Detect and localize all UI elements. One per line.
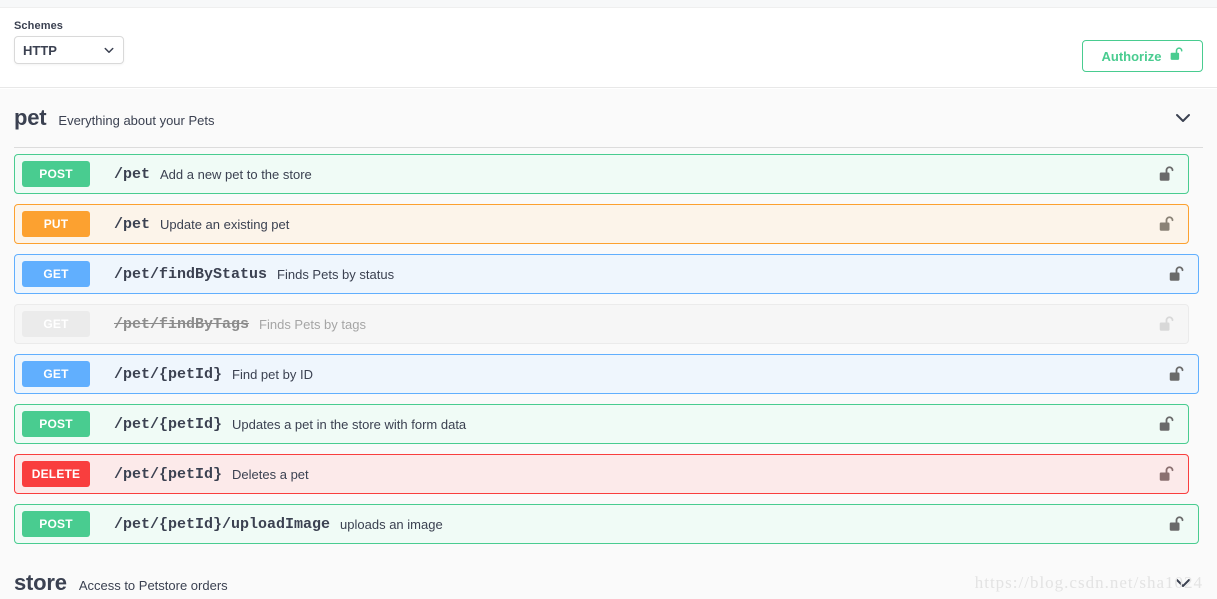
operation-summary: Updates a pet in the store with form dat… [232, 416, 467, 432]
tag-block-pet: pet Everything about your Pets POST /pet… [0, 89, 1217, 544]
method-badge: GET [22, 361, 90, 387]
lock-open-icon[interactable] [1159, 215, 1174, 233]
tag-block-store: store Access to Petstore orders [0, 554, 1217, 599]
operation-path: /pet [114, 165, 151, 183]
lock-open-icon[interactable] [1159, 465, 1174, 483]
operation-row[interactable]: GET /pet/{petId} Find pet by ID [14, 354, 1199, 394]
chevron-down-icon[interactable] [1173, 108, 1193, 128]
operation-row[interactable]: PUT /pet Update an existing pet [14, 204, 1189, 244]
tag-name: pet [14, 105, 47, 130]
schemes-container: Schemes HTTP [14, 20, 124, 64]
operation-path: /pet/findByTags [114, 315, 250, 333]
tag-description: Everything about your Pets [58, 112, 215, 128]
tag-description: Access to Petstore orders [78, 577, 228, 593]
method-badge: GET [22, 261, 90, 287]
lock-open-icon[interactable] [1169, 365, 1184, 383]
schemes-authorize-bar: Schemes HTTP Authorize [0, 8, 1217, 88]
method-badge: GET [22, 311, 90, 337]
method-badge: DELETE [22, 461, 90, 487]
operation-row[interactable]: POST /pet Add a new pet to the store [14, 154, 1189, 194]
operation-summary: Add a new pet to the store [160, 166, 312, 182]
operation-path: /pet/findByStatus [114, 265, 268, 283]
operation-summary: Update an existing pet [160, 216, 290, 232]
operation-summary: Deletes a pet [232, 466, 309, 482]
schemes-selected-value: HTTP [23, 42, 57, 58]
chevron-down-icon [103, 44, 115, 56]
operation-row[interactable]: POST /pet/{petId} Updates a pet in the s… [14, 404, 1189, 444]
operation-row-deprecated[interactable]: GET /pet/findByTags Finds Pets by tags [14, 304, 1189, 344]
chevron-down-icon[interactable] [1173, 573, 1193, 593]
lock-open-icon[interactable] [1159, 315, 1174, 333]
swagger-ui-page: Schemes HTTP Authorize pet Everything ab… [0, 0, 1217, 599]
operations-list-pet: POST /pet Add a new pet to the store PUT… [0, 148, 1217, 544]
method-badge: PUT [22, 211, 90, 237]
authorize-button[interactable]: Authorize [1082, 40, 1203, 72]
schemes-label: Schemes [14, 20, 64, 32]
operation-path: /pet/{petId} [114, 465, 223, 483]
lock-open-icon [1170, 46, 1183, 67]
operation-row[interactable]: POST /pet/{petId}/uploadImage uploads an… [14, 504, 1199, 544]
operation-row[interactable]: DELETE /pet/{petId} Deletes a pet [14, 454, 1189, 494]
method-badge: POST [22, 411, 90, 437]
operation-path: /pet [114, 215, 151, 233]
method-badge: POST [22, 511, 90, 537]
operation-summary: Finds Pets by tags [259, 316, 366, 332]
lock-open-icon[interactable] [1169, 265, 1184, 283]
authorize-button-label: Authorize [1101, 48, 1162, 64]
tag-header-pet[interactable]: pet Everything about your Pets [0, 89, 1217, 147]
tag-name: store [14, 570, 67, 595]
lock-open-icon[interactable] [1169, 515, 1184, 533]
operation-summary: Find pet by ID [232, 366, 313, 382]
lock-open-icon[interactable] [1159, 415, 1174, 433]
schemes-select[interactable]: HTTP [14, 36, 124, 64]
operation-row[interactable]: GET /pet/findByStatus Finds Pets by stat… [14, 254, 1199, 294]
operation-path: /pet/{petId} [114, 365, 223, 383]
tag-header-store[interactable]: store Access to Petstore orders [0, 554, 1217, 599]
operation-path: /pet/{petId} [114, 415, 223, 433]
lock-open-icon[interactable] [1159, 165, 1174, 183]
api-content: pet Everything about your Pets POST /pet… [0, 89, 1217, 599]
top-band [0, 0, 1217, 8]
method-badge: POST [22, 161, 90, 187]
operation-summary: Finds Pets by status [277, 266, 395, 282]
operation-path: /pet/{petId}/uploadImage [114, 515, 331, 533]
operation-summary: uploads an image [340, 516, 443, 532]
